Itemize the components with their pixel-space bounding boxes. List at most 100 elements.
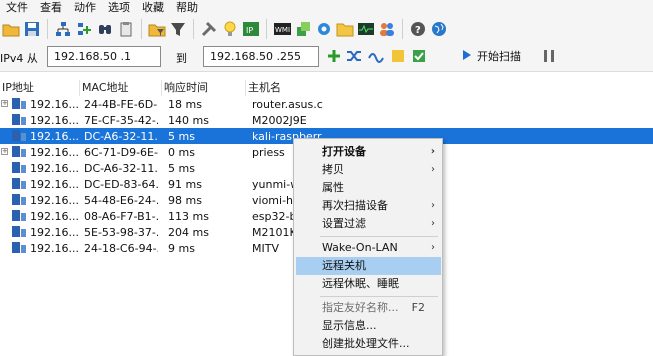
cell-ip: 192.16... xyxy=(30,193,79,207)
computer-icon xyxy=(12,210,26,222)
globe-icon[interactable] xyxy=(430,20,448,38)
menu-file[interactable]: 文件 xyxy=(0,0,34,15)
menu-favorites[interactable]: 收藏 xyxy=(136,0,170,15)
cell-response-time: 18 ms xyxy=(168,97,202,111)
context-menu-item[interactable]: 远程关机 xyxy=(296,257,441,275)
monitor-icon[interactable] xyxy=(357,20,375,38)
submenu-arrow-icon: › xyxy=(431,218,435,229)
clipboard-icon[interactable] xyxy=(117,20,135,38)
menu-item-label: 再次扫描设备 xyxy=(322,199,388,212)
table-row[interactable]: +192.16... 24-4B-FE-6D-... 18 ms router.asu… xyxy=(0,96,653,112)
cell-mac: 7E-CF-35-42-... xyxy=(84,113,158,127)
cell-response-time: 113 ms xyxy=(168,209,209,223)
menu-help[interactable]: 帮助 xyxy=(170,0,204,15)
cell-mac: DC-ED-83-64... xyxy=(84,177,158,191)
pause-icon[interactable] xyxy=(541,48,557,64)
cell-mac: 54-48-E6-24-... xyxy=(84,193,158,207)
note-icon[interactable] xyxy=(390,48,406,64)
users-icon[interactable] xyxy=(378,20,396,38)
menu-view[interactable]: 查看 xyxy=(34,0,68,15)
context-menu-item[interactable]: 拷贝 › xyxy=(296,161,441,179)
computer-icon xyxy=(12,194,26,206)
cell-ip: 192.16... xyxy=(30,209,79,223)
shortcut-label: F2 xyxy=(411,301,425,314)
cell-response-time: 91 ms xyxy=(168,177,202,191)
context-menu-item[interactable]: 再次扫描设备 › xyxy=(296,197,441,215)
submenu-arrow-icon: › xyxy=(431,242,435,253)
lightbulb-icon[interactable] xyxy=(221,20,239,38)
column-response-time[interactable]: 响应时间 xyxy=(162,80,246,96)
folder-icon[interactable] xyxy=(336,20,354,38)
expand-icon[interactable]: + xyxy=(1,148,8,155)
menu-actions[interactable]: 动作 xyxy=(68,0,102,15)
ip-to-input[interactable] xyxy=(203,46,319,67)
cell-mac: 6C-71-D9-6E-... xyxy=(84,145,158,159)
ip-from-input[interactable] xyxy=(47,46,161,67)
shuffle-icon[interactable] xyxy=(346,48,362,64)
tools-icon[interactable] xyxy=(200,20,218,38)
menu-divider xyxy=(320,296,438,297)
column-ip[interactable]: IP地址 xyxy=(0,80,80,96)
results-header: IP地址 MAC地址 响应时间 主机名 xyxy=(0,80,653,96)
context-menu-item[interactable]: 设置过滤 › xyxy=(296,215,441,233)
from-label: IPv4 从 xyxy=(0,52,38,65)
expand-icon[interactable]: + xyxy=(1,100,8,107)
scan-range-bar: IPv4 从 到 开始扫描 xyxy=(0,43,653,72)
menu-item-label: 创建批处理文件... xyxy=(322,337,410,350)
computer-icon xyxy=(12,242,26,254)
wmi-icon[interactable]: WMI xyxy=(273,20,291,38)
ip-icon[interactable]: IP xyxy=(242,20,260,38)
help-icon[interactable]: ? xyxy=(409,20,427,38)
gear-icon[interactable] xyxy=(315,20,333,38)
menu-item-label: 指定友好名称... xyxy=(322,301,399,314)
toolbar: IP WMI ? xyxy=(0,15,653,43)
computer-icon xyxy=(12,114,26,126)
cell-response-time: 0 ms xyxy=(168,145,195,159)
svg-text:WMI: WMI xyxy=(275,26,290,34)
context-menu-item[interactable]: 属性 xyxy=(296,179,441,197)
submenu-arrow-icon: › xyxy=(431,164,435,175)
save-icon[interactable] xyxy=(23,20,41,38)
binoculars-icon[interactable] xyxy=(96,20,114,38)
wave-icon[interactable] xyxy=(368,48,384,64)
cell-mac: DC-A6-32-11... xyxy=(84,161,158,175)
menu-item-label: 显示信息... xyxy=(322,319,377,332)
context-menu-item[interactable]: 打开设备 › xyxy=(296,143,441,161)
cell-ip: 192.16... xyxy=(30,129,79,143)
context-menu-item[interactable]: 远程休眠、睡眠 xyxy=(296,275,441,293)
cell-response-time: 140 ms xyxy=(168,113,209,127)
menu-options[interactable]: 选项 xyxy=(102,0,136,15)
add-network-icon[interactable] xyxy=(75,20,93,38)
context-menu-item[interactable]: 创建批处理文件... xyxy=(296,335,441,353)
start-scan-label: 开始扫描 xyxy=(477,50,521,63)
computer-icon xyxy=(12,130,26,142)
folder-filter-icon[interactable] xyxy=(148,20,166,38)
network-tree-icon[interactable] xyxy=(54,20,72,38)
column-mac[interactable]: MAC地址 xyxy=(80,80,162,96)
computer-icon xyxy=(12,146,26,158)
table-row[interactable]: 192.16... 7E-CF-35-42-... 140 ms M2002J9E xyxy=(0,112,653,128)
menu-item-label: 远程关机 xyxy=(322,259,366,272)
cell-mac: 5E-53-98-37-... xyxy=(84,225,158,239)
submenu-arrow-icon: › xyxy=(430,146,435,157)
toolbar-divider xyxy=(266,19,267,39)
folder-open-icon[interactable] xyxy=(2,20,20,38)
computer-icon xyxy=(12,178,26,190)
toolbar-divider xyxy=(47,19,48,39)
toolbar-divider xyxy=(402,19,403,39)
add-range-icon[interactable] xyxy=(326,48,342,64)
computer-icon xyxy=(12,226,26,238)
menu-item-label: Wake-On-LAN xyxy=(322,241,398,254)
menu-item-label: 拷贝 xyxy=(322,163,344,176)
cell-ip: 192.16... xyxy=(30,161,79,175)
context-menu-item[interactable]: 显示信息... xyxy=(296,317,441,335)
cell-response-time: 5 ms xyxy=(168,129,195,143)
cube-icon[interactable] xyxy=(294,20,312,38)
checkbox-icon[interactable] xyxy=(411,48,427,64)
cell-ip: 192.16... xyxy=(30,241,79,255)
filter-icon[interactable] xyxy=(169,20,187,38)
column-hostname[interactable]: 主机名 xyxy=(246,80,366,96)
context-menu-item[interactable]: Wake-On-LAN › xyxy=(296,239,441,257)
menu-item-label: 属性 xyxy=(322,181,344,194)
start-scan-button[interactable]: 开始扫描 xyxy=(462,48,521,64)
